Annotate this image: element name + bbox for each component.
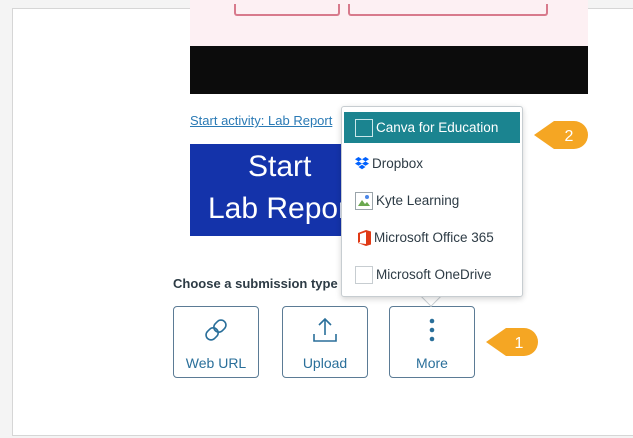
callout-marker-2: 2: [534, 121, 588, 149]
start-line-1: Start: [248, 150, 312, 183]
more-vertical-icon: [429, 318, 435, 342]
onedrive-icon: [354, 265, 374, 285]
callout-number-1: 1: [515, 335, 524, 352]
banner-button-left: [234, 4, 340, 16]
upload-button[interactable]: Upload: [282, 306, 368, 378]
upload-label: Upload: [302, 355, 348, 371]
office-365-icon: [356, 228, 372, 248]
menu-item-label: Dropbox: [372, 156, 424, 171]
menu-item-canva[interactable]: Canva for Education: [344, 112, 520, 143]
dropbox-icon: [354, 154, 370, 174]
callout-number-2: 2: [565, 128, 574, 145]
web-url-label: Web URL: [185, 355, 247, 371]
menu-item-dropbox[interactable]: Dropbox: [348, 148, 522, 179]
menu-item-label: Microsoft Office 365: [374, 230, 494, 245]
menu-item-office-365[interactable]: Microsoft Office 365: [348, 222, 522, 253]
link-icon: [205, 319, 227, 341]
start-line-2: Lab Report: [208, 192, 345, 225]
start-lab-report-button[interactable]: Start Lab Report: [190, 144, 345, 236]
more-options-menu: Canva for Education Dropbox Kyte Learnin…: [341, 106, 523, 297]
menu-item-label: Kyte Learning: [376, 193, 460, 208]
menu-item-label: Microsoft OneDrive: [376, 267, 492, 282]
start-activity-link[interactable]: Start activity: Lab Report: [190, 113, 340, 128]
more-button[interactable]: More: [389, 306, 475, 378]
menu-item-onedrive[interactable]: Microsoft OneDrive: [348, 259, 522, 290]
menu-item-label: Canva for Education: [376, 120, 499, 135]
canva-icon: [354, 118, 374, 138]
submission-type-label: Choose a submission type: [173, 276, 338, 291]
more-label: More: [416, 355, 448, 371]
embedded-banner-top: [190, 0, 588, 46]
web-url-button[interactable]: Web URL: [173, 306, 259, 378]
callout-marker-1: 1: [486, 328, 538, 356]
upload-icon: [313, 317, 337, 342]
embedded-banner-dark: [190, 46, 588, 94]
menu-item-kyte-learning[interactable]: Kyte Learning: [348, 185, 522, 216]
broken-image-icon: [354, 191, 374, 211]
banner-button-right: [348, 4, 548, 16]
